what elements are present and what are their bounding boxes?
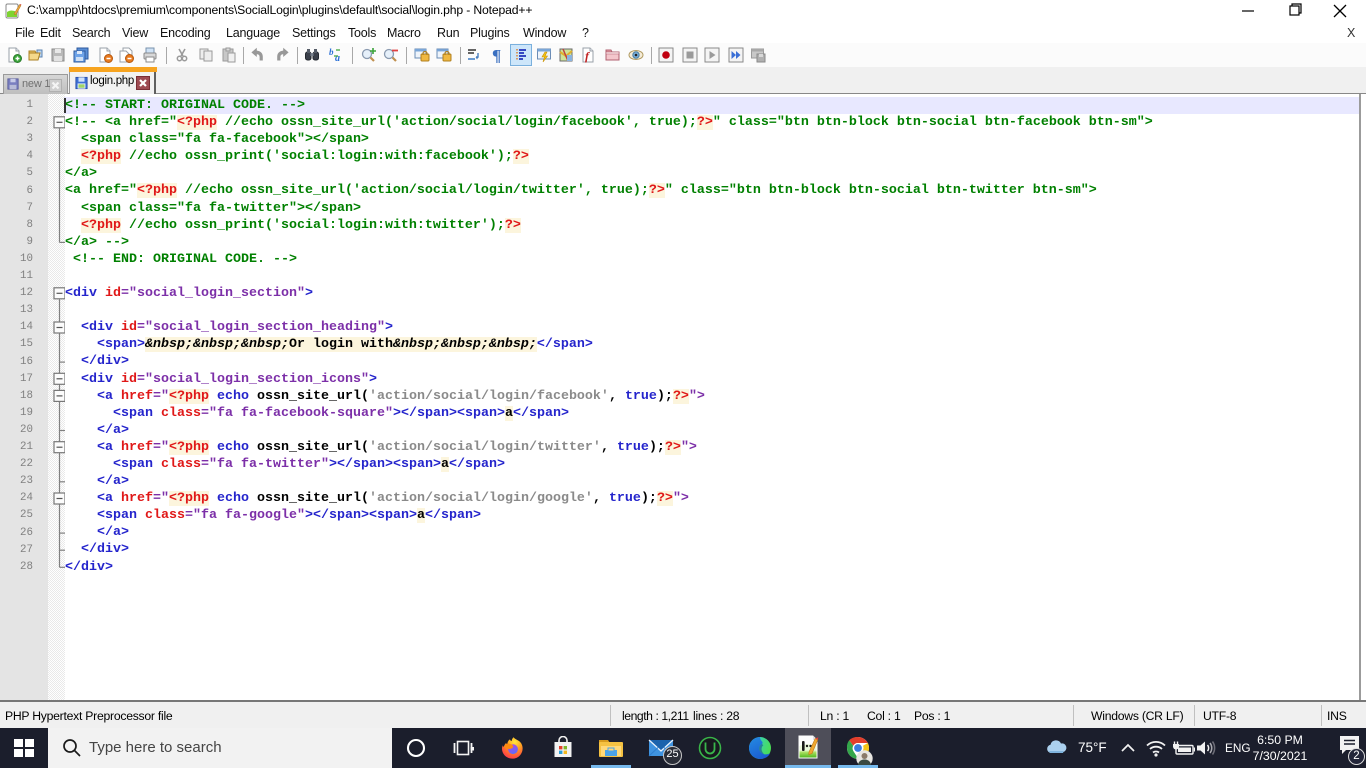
svg-text:b: b [329,47,334,57]
svg-text:¶: ¶ [492,47,501,63]
svg-text:a: a [335,53,340,63]
